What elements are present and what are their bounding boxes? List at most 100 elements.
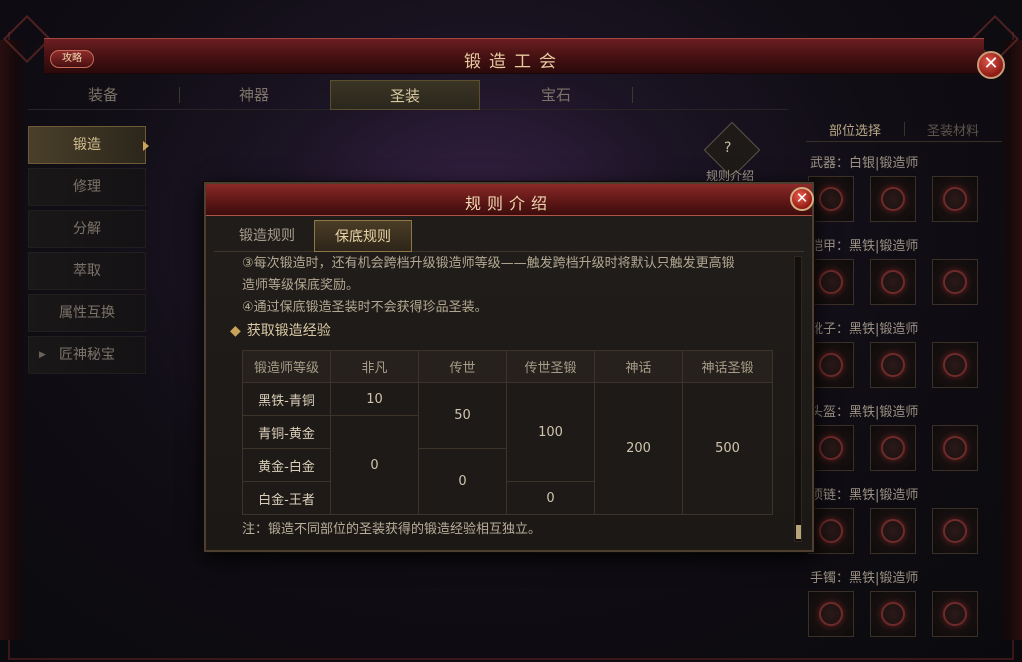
- holy-gear-emblem-icon: [881, 436, 905, 460]
- table-cell: 0: [330, 415, 419, 515]
- window-title: 锻造工会: [464, 52, 564, 72]
- table-cell: 500: [682, 382, 773, 515]
- sidebar-item-master-treasure[interactable]: ▶ 匠神秘宝: [28, 336, 146, 374]
- equipment-slot[interactable]: [932, 176, 978, 222]
- main-tabs: 装备 神器 圣装 宝石: [28, 80, 788, 110]
- tab-forge-rules[interactable]: 锻造规则: [218, 220, 316, 252]
- section-title-text: 获取锻造经验: [246, 323, 331, 339]
- experience-table: 锻造师等级 非凡 传世 传世圣锻 神话 神话圣锻 黑铁-青铜 10 50 100…: [242, 350, 773, 515]
- diamond-icon: ◆: [230, 323, 241, 339]
- dialog-title: 规则介绍: [464, 194, 553, 213]
- equipment-slot[interactable]: [808, 342, 854, 388]
- equipment-slot[interactable]: [932, 591, 978, 637]
- equipment-slot[interactable]: [870, 342, 916, 388]
- equipment-slot[interactable]: [870, 425, 916, 471]
- left-ornament: [0, 40, 26, 640]
- equipment-slot[interactable]: [808, 176, 854, 222]
- table-cell: 10: [330, 382, 419, 416]
- table-header: 传世圣锻: [506, 350, 595, 383]
- equipment-slot[interactable]: [932, 342, 978, 388]
- equipment-slot[interactable]: [932, 259, 978, 305]
- strategy-button[interactable]: 攻略: [50, 50, 94, 68]
- slot-label-necklace: 项链：黑铁|锻造师: [810, 488, 919, 503]
- table-cell: 50: [418, 382, 507, 449]
- slot-label-bracelet: 手镯：黑铁|锻造师: [810, 571, 919, 586]
- slot-label-helmet: 头盔：黑铁|锻造师: [810, 405, 919, 420]
- rule-text-line: 造师等级保底奖励。: [242, 278, 360, 293]
- equipment-slot[interactable]: [932, 425, 978, 471]
- table-cell: 200: [594, 382, 683, 515]
- holy-gear-emblem-icon: [819, 187, 843, 211]
- equipment-slot[interactable]: [808, 425, 854, 471]
- sidebar-item-decompose[interactable]: 分解: [28, 210, 146, 248]
- holy-gear-emblem-icon: [943, 602, 967, 626]
- close-icon[interactable]: ✕: [790, 187, 814, 211]
- tab-slot-select[interactable]: 部位选择: [806, 120, 904, 139]
- tab-holy-gear[interactable]: 圣装: [330, 80, 480, 110]
- holy-gear-emblem-icon: [881, 519, 905, 543]
- sidebar-item-attribute-swap[interactable]: 属性互换: [28, 294, 146, 332]
- tab-equipment[interactable]: 装备: [28, 80, 178, 110]
- equipment-slot[interactable]: [870, 259, 916, 305]
- holy-gear-emblem-icon: [881, 270, 905, 294]
- footnote: 注：锻造不同部位的圣装获得的锻造经验相互独立。: [242, 522, 542, 537]
- tab-guarantee-rules[interactable]: 保底规则: [314, 220, 412, 252]
- sidebar-item-label: 锻造: [73, 137, 101, 153]
- holy-gear-emblem-icon: [881, 602, 905, 626]
- table-cell: 100: [506, 382, 595, 482]
- holy-gear-emblem-icon: [943, 187, 967, 211]
- table-row: 黑铁-青铜 10 50 100 200 500: [242, 382, 773, 515]
- tab-divider: [632, 87, 633, 103]
- table-cell-level: 青铜-黄金: [242, 415, 331, 449]
- slot-label-boots: 靴子：黑铁|锻造师: [810, 322, 919, 337]
- scroll-thumb[interactable]: [796, 525, 801, 539]
- equipment-slot[interactable]: [870, 591, 916, 637]
- table-header: 神话圣锻: [682, 350, 773, 383]
- tab-gem[interactable]: 宝石: [481, 80, 631, 110]
- holy-gear-emblem-icon: [943, 436, 967, 460]
- table-header: 神话: [594, 350, 683, 383]
- scrollbar[interactable]: [794, 256, 802, 542]
- expand-arrow-icon: ▶: [39, 350, 46, 360]
- sidebar-item-forge[interactable]: 锻造: [28, 126, 149, 164]
- slot-label-armor: 铠甲：黑铁|锻造师: [810, 239, 919, 254]
- equipment-slot[interactable]: [808, 591, 854, 637]
- table-cell: 0: [506, 481, 595, 515]
- holy-gear-emblem-icon: [943, 519, 967, 543]
- table-header: 传世: [418, 350, 507, 383]
- tab-artifact[interactable]: 神器: [179, 80, 329, 110]
- holy-gear-emblem-icon: [943, 270, 967, 294]
- table-header-row: 锻造师等级 非凡 传世 传世圣锻 神话 神话圣锻: [242, 350, 773, 383]
- holy-gear-emblem-icon: [881, 187, 905, 211]
- holy-gear-emblem-icon: [819, 353, 843, 377]
- holy-gear-emblem-icon: [819, 602, 843, 626]
- sidebar-item-label: 萃取: [73, 263, 101, 279]
- equipment-slot[interactable]: [870, 176, 916, 222]
- equipment-slot[interactable]: [870, 508, 916, 554]
- equipment-slot[interactable]: [932, 508, 978, 554]
- dialog-header: 规则介绍 ✕: [206, 184, 814, 216]
- title-bar: 锻造工会: [44, 38, 984, 74]
- holy-gear-emblem-icon: [819, 436, 843, 460]
- sidebar-item-label: 匠神秘宝: [59, 347, 115, 363]
- table-cell-level: 黄金-白金: [242, 448, 331, 482]
- sidebar-item-label: 修理: [73, 179, 101, 195]
- equipment-slot[interactable]: [808, 508, 854, 554]
- holy-gear-emblem-icon: [881, 353, 905, 377]
- right-ornament: [1000, 40, 1022, 640]
- section-title: ◆ 获取锻造经验: [230, 320, 331, 340]
- tab-holy-materials[interactable]: 圣装材料: [904, 120, 1002, 139]
- table-cell: 0: [418, 448, 507, 515]
- close-icon[interactable]: ✕: [977, 51, 1005, 79]
- table-header: 锻造师等级: [242, 350, 331, 383]
- sidebar: 锻造 修理 分解 萃取 属性互换 ▶ 匠神秘宝: [28, 126, 149, 378]
- equipment-slot[interactable]: [808, 259, 854, 305]
- sidebar-item-repair[interactable]: 修理: [28, 168, 146, 206]
- holy-gear-emblem-icon: [943, 353, 967, 377]
- rule-text-line: ④通过保底锻造圣装时不会获得珍品圣装。: [242, 300, 488, 315]
- holy-gear-emblem-icon: [819, 270, 843, 294]
- game-screen: 锻造工会 攻略 ✕ 装备 神器 圣装 宝石 锻造 修理 分解 萃取 属性互换 ▶…: [0, 0, 1022, 662]
- table-header: 非凡: [330, 350, 419, 383]
- sidebar-item-extract[interactable]: 萃取: [28, 252, 146, 290]
- holy-gear-emblem-icon: [819, 519, 843, 543]
